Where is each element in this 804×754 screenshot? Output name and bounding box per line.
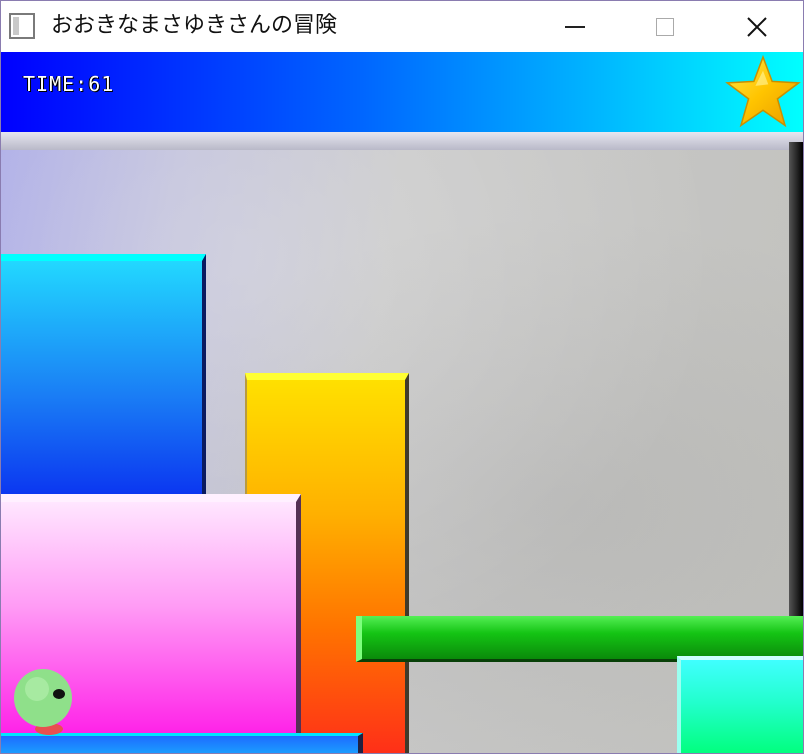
hud-bar: TIME:61 bbox=[1, 52, 803, 132]
maximize-button[interactable] bbox=[625, 1, 705, 52]
title-bar: おおきなまさゆきさんの冒険 bbox=[1, 1, 803, 52]
game-window: おおきなまさゆきさんの冒険 TIME:61 bbox=[0, 0, 804, 754]
minimize-button[interactable] bbox=[535, 1, 615, 52]
teal-block bbox=[677, 656, 803, 753]
close-button[interactable] bbox=[717, 1, 797, 52]
minimize-icon bbox=[565, 25, 585, 28]
window-title: おおきなまさゆきさんの冒険 bbox=[51, 13, 338, 38]
star-icon bbox=[725, 54, 801, 128]
cyan-block bbox=[1, 254, 206, 504]
wall-top-edge bbox=[1, 132, 803, 150]
app-icon[interactable] bbox=[9, 13, 35, 39]
player-character bbox=[14, 669, 72, 735]
play-field bbox=[1, 132, 803, 753]
time-counter: TIME:61 bbox=[23, 72, 115, 96]
close-icon bbox=[747, 16, 767, 37]
maximize-icon bbox=[656, 17, 674, 36]
